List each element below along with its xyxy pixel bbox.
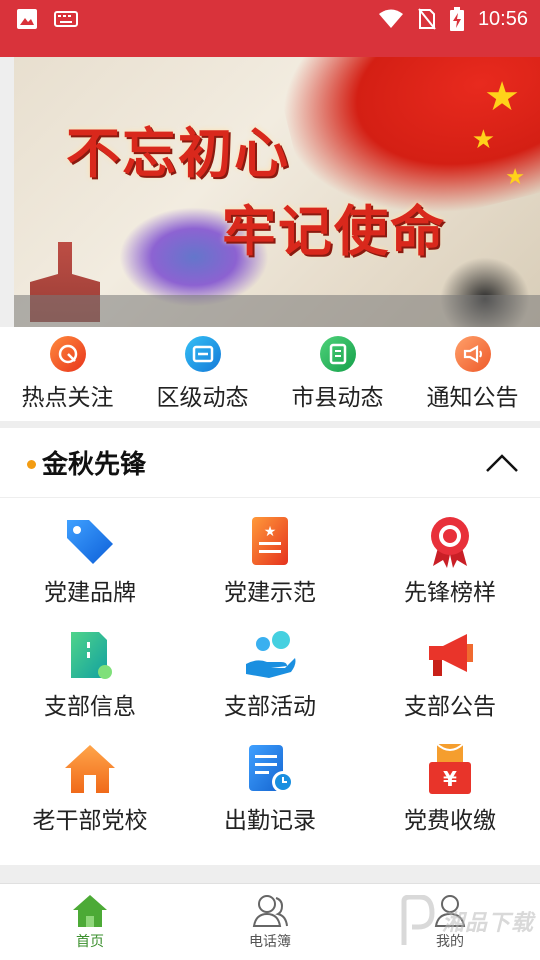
contacts-icon bbox=[252, 895, 288, 927]
hand-people-icon bbox=[242, 627, 298, 683]
battery-charging-icon bbox=[449, 7, 464, 31]
grid-label: 老干部党校 bbox=[32, 808, 148, 834]
award-ribbon-icon bbox=[422, 513, 478, 569]
grid-label: 出勤记录 bbox=[224, 808, 316, 834]
banner-title-line1: 不忘初心 bbox=[66, 121, 290, 185]
watermark-logo-icon bbox=[401, 895, 435, 945]
section-divider bbox=[0, 865, 540, 883]
tab-home[interactable]: 首页 bbox=[0, 884, 180, 960]
star-icon: ★ bbox=[505, 165, 525, 190]
section-divider bbox=[0, 421, 540, 428]
home-icon bbox=[73, 895, 107, 927]
quick-nav-label: 热点关注 bbox=[21, 385, 114, 411]
bullet-dot bbox=[27, 460, 36, 469]
clock-time: 10:56 bbox=[477, 7, 528, 30]
grid-label: 党费收缴 bbox=[404, 808, 496, 834]
info-document-icon bbox=[62, 627, 118, 683]
feature-grid: 党建品牌 ★ 党建示范 先锋榜样 支部信息 支部活动 支部公告 老干部党校 出勤… bbox=[0, 499, 540, 865]
grid-item-branch-notice[interactable]: 支部公告 bbox=[360, 627, 540, 741]
document-icon bbox=[319, 336, 356, 372]
watermark: 湘品下载 bbox=[396, 895, 534, 947]
grid-label: 支部信息 bbox=[44, 694, 136, 720]
grid-label: 支部活动 bbox=[224, 694, 316, 720]
star-icon: ★ bbox=[471, 125, 495, 155]
banner-edge bbox=[0, 57, 14, 327]
status-bar: 10:56 bbox=[0, 0, 540, 57]
house-icon bbox=[62, 741, 118, 797]
star-icon: ★ bbox=[484, 74, 520, 120]
grid-item-demo[interactable]: ★ 党建示范 bbox=[180, 513, 360, 627]
megaphone-icon bbox=[454, 336, 491, 372]
grid-label: 党建品牌 bbox=[44, 580, 136, 606]
grid-item-brand[interactable]: 党建品牌 bbox=[0, 513, 180, 627]
banner-caption-bar bbox=[14, 295, 540, 327]
svg-text:★: ★ bbox=[264, 524, 277, 540]
watermark-text: 湘品下载 bbox=[441, 911, 534, 936]
yuan-payment-icon: ¥ bbox=[422, 741, 478, 797]
grid-item-branch-activity[interactable]: 支部活动 bbox=[180, 627, 360, 741]
banner-carousel[interactable]: ★ ★ ★ 不忘初心 牢记使命 bbox=[14, 57, 540, 327]
loudspeaker-icon bbox=[422, 627, 478, 683]
quick-nav-label: 通知公告 bbox=[426, 385, 519, 411]
collapse-button[interactable] bbox=[482, 446, 522, 480]
no-sim-icon bbox=[418, 8, 436, 30]
wifi-icon bbox=[378, 9, 403, 28]
quick-nav: 热点关注 区级动态 市县动态 通知公告 bbox=[0, 327, 540, 421]
chevron-up-icon bbox=[486, 454, 518, 472]
quick-nav-label: 市县动态 bbox=[291, 385, 384, 411]
section-title: 金秋先锋 bbox=[42, 450, 147, 480]
keyboard-icon bbox=[54, 11, 78, 27]
target-icon bbox=[49, 336, 86, 372]
svg-text:¥: ¥ bbox=[443, 767, 457, 791]
quick-nav-item-notice[interactable]: 通知公告 bbox=[405, 327, 540, 421]
section-header: 金秋先锋 bbox=[0, 428, 540, 498]
clock-document-icon bbox=[242, 741, 298, 797]
tag-icon bbox=[62, 513, 118, 569]
tab-contacts[interactable]: 电话簿 bbox=[180, 884, 360, 960]
grid-item-branch-info[interactable]: 支部信息 bbox=[0, 627, 180, 741]
banner-title-line2: 牢记使命 bbox=[222, 199, 446, 263]
star-document-icon: ★ bbox=[242, 513, 298, 569]
grid-label: 支部公告 bbox=[404, 694, 496, 720]
grid-label: 党建示范 bbox=[224, 580, 316, 606]
tab-label: 电话簿 bbox=[249, 934, 291, 950]
quick-nav-item-city[interactable]: 市县动态 bbox=[270, 327, 405, 421]
quick-nav-label: 区级动态 bbox=[156, 385, 249, 411]
grid-item-pioneer[interactable]: 先锋榜样 bbox=[360, 513, 540, 627]
image-icon bbox=[17, 9, 37, 29]
grid-item-cadre-school[interactable]: 老干部党校 bbox=[0, 741, 180, 855]
tab-label: 首页 bbox=[76, 934, 104, 950]
grid-item-dues[interactable]: ¥ 党费收缴 bbox=[360, 741, 540, 855]
card-icon bbox=[184, 336, 221, 372]
quick-nav-item-hot[interactable]: 热点关注 bbox=[0, 327, 135, 421]
grid-item-attendance[interactable]: 出勤记录 bbox=[180, 741, 360, 855]
quick-nav-item-district[interactable]: 区级动态 bbox=[135, 327, 270, 421]
grid-label: 先锋榜样 bbox=[404, 580, 496, 606]
